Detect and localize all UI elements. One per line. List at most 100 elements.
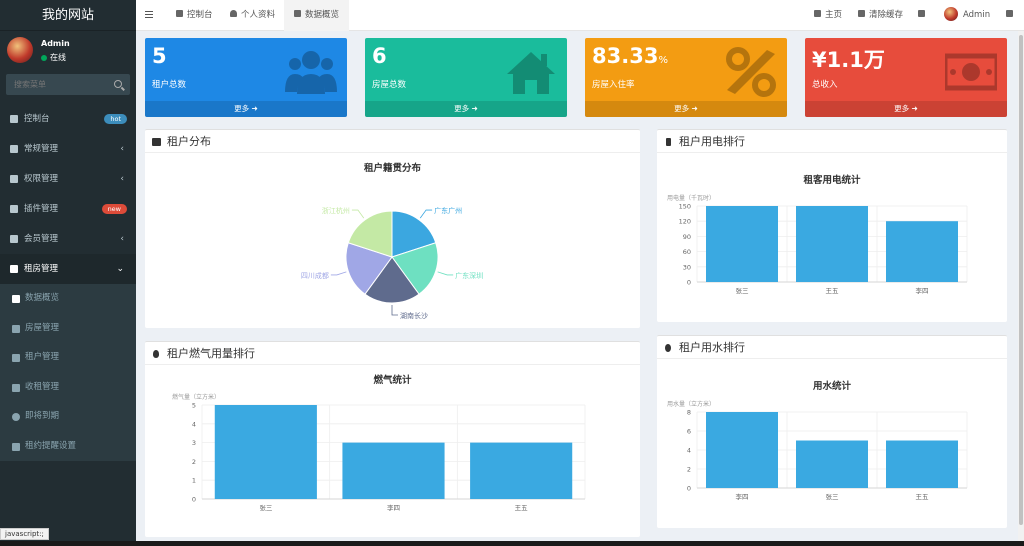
search-input[interactable] (6, 74, 106, 95)
tab-data-overview[interactable]: 数据概览 (284, 0, 350, 31)
pie-label-line (330, 271, 347, 276)
chart-title: 燃气统计 (373, 375, 412, 386)
pie-label: 湖南长沙 (400, 311, 428, 320)
panel-title: 租户燃气用量排行 (167, 347, 255, 360)
users-icon (285, 51, 337, 94)
y-tick-label: 6 (687, 428, 691, 436)
x-tick-label: 王五 (826, 287, 840, 295)
panel-title: 租户分布 (167, 135, 211, 148)
bar (706, 412, 778, 488)
pie-label: 浙江杭州 (322, 206, 350, 215)
panel-gas-ranking: 租户燃气用量排行 燃气统计 燃气量（立方米） 0 1 2 3 4 5 张三 李四 王五 (145, 341, 640, 537)
user-icon (230, 10, 237, 17)
panel-header: 租户用水排行 (657, 336, 1007, 359)
settings-button[interactable] (1006, 0, 1013, 31)
taskbar (0, 541, 1024, 546)
x-tick-label: 李四 (736, 492, 749, 501)
clock-icon (12, 413, 20, 421)
sidebar-item-label: 数据概览 (25, 293, 60, 303)
tab-profile[interactable]: 个人资料 (226, 0, 279, 31)
y-tick-label: 4 (192, 420, 196, 428)
x-tick-label: 张三 (736, 286, 750, 295)
pie-label-line (391, 305, 398, 316)
rocket-icon (10, 205, 18, 213)
home-icon (507, 52, 555, 94)
pie-label: 广东广州 (434, 206, 462, 215)
tab-label: 个人资料 (241, 10, 276, 20)
sidebar-item-members[interactable]: 会员管理 ‹ (0, 224, 136, 254)
y-tick-label: 0 (687, 279, 691, 287)
sidebar-item-plugins[interactable]: 插件管理 new (0, 194, 136, 224)
sidebar-item-general[interactable]: 常规管理 ‹ (0, 134, 136, 164)
user-status: 在线 (41, 52, 66, 63)
sidebar-subitem-tenant-manage[interactable]: 租户管理 (0, 343, 136, 373)
cogs-icon (10, 145, 18, 153)
pie-label: 广东深圳 (455, 271, 483, 280)
brand-title[interactable]: 我的网站 (0, 0, 136, 31)
sidebar-subitem-lease-reminder[interactable]: 租约提醒设置 (0, 431, 136, 461)
sidebar-item-label: 常规管理 (24, 144, 59, 154)
users-icon (12, 354, 20, 362)
dashboard-icon (12, 295, 20, 303)
dashboard-icon (294, 10, 301, 17)
y-tick-label: 150 (679, 203, 691, 211)
stat-value-text: 83.33 (592, 44, 659, 68)
y-tick-label: 120 (679, 218, 691, 226)
pie-label: 四川成都 (301, 271, 329, 280)
x-tick-label: 张三 (259, 503, 273, 512)
sidebar-subitem-expiring[interactable]: 即将到期 (0, 402, 136, 432)
sidebar-subitem-data-overview[interactable]: 数据概览 (0, 284, 136, 314)
y-axis-label: 燃气量（立方米） (172, 393, 220, 401)
user-status-text: 在线 (50, 53, 66, 62)
clear-cache-button[interactable]: 清除缓存 (858, 0, 903, 31)
sidebar-item-rental[interactable]: 租房管理 ⌄ (0, 254, 136, 284)
bar (886, 221, 958, 282)
tab-dashboard[interactable]: 控制台 (172, 0, 217, 31)
more-label: 更多 (454, 104, 470, 113)
panel-header: 租户燃气用量排行 (145, 342, 640, 365)
topbar: 控制台 个人资料 数据概览 主页 清除缓存 Admin (136, 0, 1024, 31)
sidebar-item-label: 租房管理 (24, 264, 59, 274)
stat-card-houses: 6 房屋总数 更多 ➜ (365, 38, 567, 117)
more-link[interactable]: 更多 ➜ (365, 101, 567, 117)
sidebar-item-dashboard[interactable]: 控制台 hot (0, 104, 136, 134)
fullscreen-button[interactable] (918, 0, 925, 31)
stat-value-text: 5 (152, 44, 167, 68)
sidebar-item-permissions[interactable]: 权限管理 ‹ (0, 164, 136, 194)
sidebar-subitem-house-manage[interactable]: 房屋管理 (0, 313, 136, 343)
more-link[interactable]: 更多 ➜ (145, 101, 347, 117)
bar (796, 440, 868, 488)
search-icon[interactable] (114, 80, 122, 88)
tab-label: 控制台 (187, 10, 213, 20)
gas-bar-chart: 燃气量（立方米） 0 1 2 3 4 5 张三 李四 王五 (172, 393, 586, 512)
scrollbar-thumb[interactable] (1019, 35, 1023, 525)
percent-icon (726, 47, 776, 97)
y-tick-label: 2 (687, 466, 691, 474)
user-menu[interactable]: Admin (944, 0, 990, 31)
pie-label-line (437, 271, 454, 276)
menu-toggle-icon[interactable] (145, 11, 153, 18)
stat-value-text: ¥1.1万 (812, 48, 885, 72)
chevron-down-icon: ⌄ (116, 264, 124, 274)
page-scrollbar[interactable] (1018, 31, 1024, 546)
user-circle-icon (10, 235, 18, 243)
more-link[interactable]: 更多 ➜ (805, 101, 1007, 117)
stat-label: 租户总数 (152, 80, 187, 90)
stat-value: 83.33% (592, 44, 668, 68)
home-link[interactable]: 主页 (814, 0, 842, 31)
x-tick-label: 王五 (515, 504, 529, 512)
money-icon (12, 383, 20, 392)
pie-label-line (419, 209, 433, 219)
stat-card-tenants: 5 租户总数 更多 ➜ (145, 38, 347, 117)
more-link[interactable]: 更多 ➜ (585, 101, 787, 117)
more-label: 更多 (894, 104, 910, 113)
sidebar-subitem-rent-collect[interactable]: 收租管理 (0, 372, 136, 402)
bar (470, 442, 573, 499)
fire-icon (153, 350, 159, 358)
dashboard-icon (10, 115, 18, 123)
stat-unit: % (658, 55, 668, 66)
chart-title: 用水统计 (812, 381, 851, 392)
y-axis-label: 用水量（立方米） (667, 400, 715, 408)
stat-label: 房屋入住率 (592, 80, 635, 90)
panel-title: 租户用电排行 (679, 135, 745, 148)
